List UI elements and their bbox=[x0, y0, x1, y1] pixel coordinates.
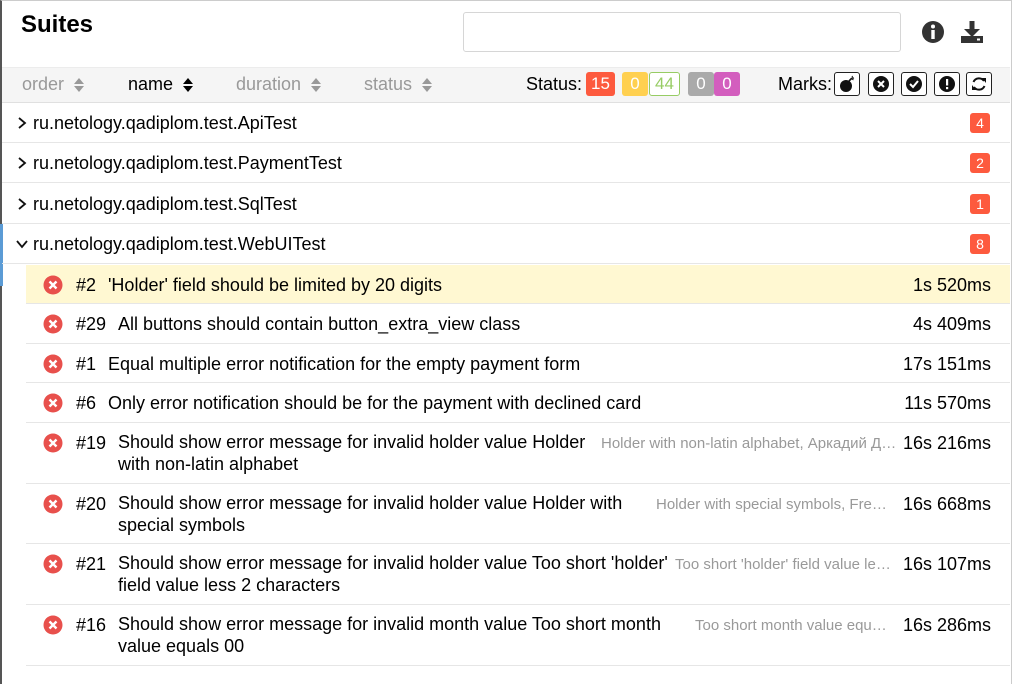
failed-status-icon bbox=[43, 615, 63, 635]
sort-order[interactable]: order bbox=[22, 74, 85, 95]
test-case-row[interactable]: #21 Should show error message for invali… bbox=[26, 544, 1010, 605]
test-case-duration: 16s 668ms bbox=[902, 494, 991, 514]
status-skipped-badge[interactable]: 0 bbox=[688, 72, 714, 96]
test-case-parameters: Holder with special symbols, Fred... bbox=[656, 496, 891, 513]
suite-failed-count: 4 bbox=[970, 113, 990, 133]
marks-label: Marks: bbox=[778, 74, 832, 94]
test-case-number: #21 bbox=[76, 554, 107, 574]
suite-row[interactable]: ru.netology.qadiplom.test.ApiTest 4 bbox=[2, 103, 1010, 143]
failed-status-icon bbox=[43, 275, 63, 295]
failed-status-icon bbox=[43, 494, 63, 514]
bomb-icon bbox=[840, 75, 855, 92]
test-case-parameters: Too short 'holder' field value les... bbox=[675, 556, 893, 573]
mark-retries-button[interactable] bbox=[966, 72, 992, 96]
failed-status-icon bbox=[43, 354, 63, 374]
info-icon[interactable] bbox=[920, 19, 946, 45]
failed-status-icon bbox=[43, 314, 63, 334]
suite-failed-count: 2 bbox=[970, 153, 990, 173]
mark-flaky-button[interactable] bbox=[834, 72, 860, 96]
test-case-row[interactable]: #29 All buttons should contain button_ex… bbox=[26, 304, 1010, 344]
test-case-number: #16 bbox=[76, 615, 107, 635]
sort-arrows-icon bbox=[74, 77, 85, 92]
mark-new-passed-button[interactable] bbox=[901, 72, 927, 96]
test-case-name: 'Holder' field should be limited by 20 d… bbox=[108, 275, 443, 295]
sort-bar: order name duration status Status: 15 0 … bbox=[2, 67, 1010, 103]
download-icon[interactable] bbox=[959, 19, 985, 45]
suite-name: ru.netology.qadiplom.test.ApiTest bbox=[33, 113, 297, 133]
check-circle-icon bbox=[906, 76, 922, 92]
test-case-number: #20 bbox=[76, 494, 107, 514]
test-case-parameters: Holder with non-latin alphabet, Аркадий … bbox=[601, 435, 901, 452]
failed-status-icon bbox=[43, 393, 63, 413]
test-case-number: #29 bbox=[76, 314, 107, 334]
mark-new-failed-button[interactable] bbox=[868, 72, 894, 96]
sort-duration[interactable]: duration bbox=[236, 74, 322, 95]
mark-new-broken-button[interactable] bbox=[934, 72, 960, 96]
suite-row[interactable]: ru.netology.qadiplom.test.PaymentTest 2 bbox=[2, 143, 1010, 183]
status-broken-badge[interactable]: 0 bbox=[622, 72, 648, 96]
test-case-name: Should show error message for invalid ho… bbox=[118, 432, 586, 452]
test-case-number: #6 bbox=[76, 393, 97, 413]
test-case-row[interactable]: #16 Should show error message for invali… bbox=[26, 605, 1010, 666]
test-case-row[interactable]: #2 'Holder' field should be limited by 2… bbox=[26, 265, 1010, 304]
test-case-parameters: Too short month value equal... bbox=[695, 617, 893, 634]
sort-arrows-icon bbox=[183, 77, 194, 92]
failed-status-icon bbox=[43, 433, 63, 453]
exclamation-circle-icon bbox=[939, 76, 955, 92]
chevron-right-icon bbox=[18, 117, 27, 129]
suite-row[interactable]: ru.netology.qadiplom.test.SqlTest 1 bbox=[2, 184, 1010, 224]
suite-name: ru.netology.qadiplom.test.PaymentTest bbox=[33, 153, 342, 173]
test-case-name: All buttons should contain button_extra_… bbox=[118, 314, 521, 334]
test-case-name-continued: special symbols bbox=[118, 515, 246, 535]
status-passed-badge[interactable]: 44 bbox=[649, 72, 680, 96]
failed-status-icon bbox=[43, 554, 63, 574]
status-filter-label: Status: bbox=[526, 74, 583, 94]
test-case-row[interactable]: #19 Should show error message for invali… bbox=[26, 423, 1010, 484]
test-case-row[interactable]: #6 Only error notification should be for… bbox=[26, 383, 1010, 423]
test-case-name-continued: with non-latin alphabet bbox=[118, 454, 299, 474]
test-case-number: #1 bbox=[76, 354, 97, 374]
test-case-name: Equal multiple error notification for th… bbox=[108, 354, 581, 374]
sort-arrows-icon bbox=[311, 77, 322, 92]
test-case-duration: 17s 151ms bbox=[902, 354, 991, 374]
test-case-name-continued: field value less 2 characters bbox=[118, 575, 341, 595]
suite-name: ru.netology.qadiplom.test.SqlTest bbox=[33, 194, 297, 214]
test-case-row[interactable]: #20 Should show error message for invali… bbox=[26, 484, 1010, 544]
sort-status[interactable]: status bbox=[364, 74, 433, 95]
test-case-duration: 16s 216ms bbox=[902, 433, 991, 453]
refresh-icon bbox=[972, 77, 986, 91]
status-unknown-badge[interactable]: 0 bbox=[714, 72, 740, 96]
test-case-name: Should show error message for invalid mo… bbox=[118, 614, 661, 634]
chevron-down-icon bbox=[16, 240, 28, 249]
test-case-name: Should show error message for invalid ho… bbox=[118, 493, 623, 513]
search-input[interactable] bbox=[463, 12, 901, 52]
test-case-name: Should show error message for invalid ho… bbox=[118, 553, 668, 573]
test-case-name-continued: value equals 00 bbox=[118, 636, 245, 656]
test-case-duration: 1s 520ms bbox=[912, 275, 991, 295]
sort-arrows-icon bbox=[422, 77, 433, 92]
test-case-duration: 4s 409ms bbox=[912, 314, 991, 334]
sort-status-label: status bbox=[364, 74, 413, 94]
test-case-duration: 16s 286ms bbox=[902, 615, 991, 635]
chevron-right-icon bbox=[18, 157, 27, 169]
test-case-duration: 16s 107ms bbox=[902, 554, 991, 574]
suite-failed-count: 1 bbox=[970, 194, 990, 214]
test-case-name: Only error notification should be for th… bbox=[108, 393, 642, 413]
suite-name: ru.netology.qadiplom.test.WebUITest bbox=[33, 234, 326, 254]
sort-order-label: order bbox=[22, 74, 65, 94]
close-circle-icon bbox=[873, 76, 889, 92]
sort-name-label: name bbox=[128, 74, 174, 94]
page-title: Suites bbox=[21, 11, 94, 38]
test-case-duration: 11s 570ms bbox=[904, 393, 991, 413]
sort-name[interactable]: name bbox=[128, 74, 194, 95]
status-failed-badge[interactable]: 15 bbox=[586, 72, 615, 96]
test-case-row[interactable]: #1 Equal multiple error notification for… bbox=[26, 344, 1010, 383]
suite-row[interactable]: ru.netology.qadiplom.test.WebUITest 8 bbox=[2, 224, 1010, 264]
suite-failed-count: 8 bbox=[970, 234, 990, 254]
sort-duration-label: duration bbox=[236, 74, 302, 94]
chevron-right-icon bbox=[18, 198, 27, 210]
test-case-number: #19 bbox=[76, 433, 107, 453]
test-case-number: #2 bbox=[76, 275, 97, 295]
header: Suites bbox=[2, 1, 1010, 67]
